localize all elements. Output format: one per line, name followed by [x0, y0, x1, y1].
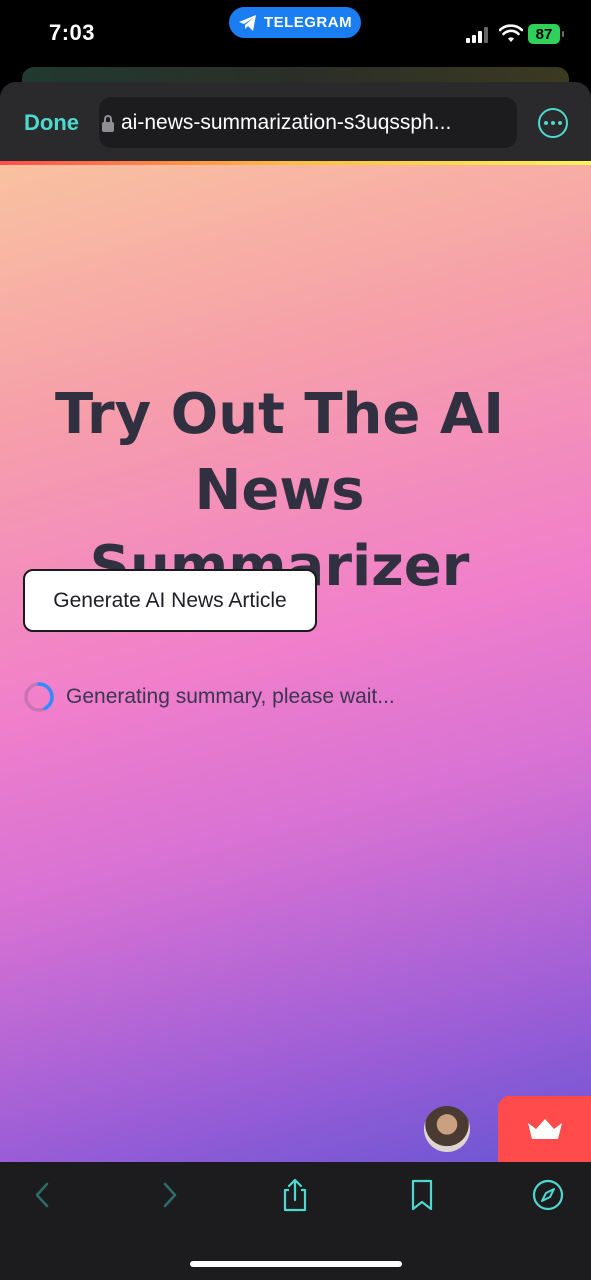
- loading-status: Generating summary, please wait...: [23, 681, 395, 713]
- web-page: Try Out The AI News Summarizer Generate …: [0, 165, 591, 1162]
- telegram-icon: [238, 14, 256, 31]
- url-bar[interactable]: ai-news-summarization-s3uqssph...: [99, 97, 517, 148]
- home-indicator[interactable]: [190, 1261, 402, 1267]
- more-icon: [544, 121, 548, 125]
- back-icon[interactable]: [27, 1178, 59, 1212]
- avatar[interactable]: [424, 1106, 470, 1152]
- compass-icon[interactable]: [532, 1178, 564, 1212]
- lock-icon: [102, 114, 114, 132]
- telegram-pill-label: TELEGRAM: [263, 14, 353, 31]
- telegram-pill[interactable]: TELEGRAM: [229, 7, 361, 38]
- more-button[interactable]: [538, 108, 568, 138]
- spinner-icon: [24, 682, 54, 712]
- bookmarks-icon[interactable]: [406, 1178, 438, 1212]
- url-text: ai-news-summarization-s3uqssph...: [121, 110, 452, 134]
- forward-icon[interactable]: [153, 1178, 185, 1212]
- browser-bar: Done ai-news-summarization-s3uqssph...: [0, 82, 591, 162]
- generate-article-button[interactable]: Generate AI News Article: [23, 569, 317, 632]
- signal-icon: [466, 27, 488, 43]
- status-time: 7:03: [49, 20, 96, 45]
- crown-button[interactable]: [498, 1096, 591, 1162]
- wifi-icon: [499, 24, 523, 42]
- share-icon[interactable]: [279, 1178, 311, 1212]
- status-bar: 7:03 TELEGRAM 87: [0, 0, 591, 66]
- battery-icon: 87: [528, 24, 564, 44]
- battery-level: 87: [535, 25, 553, 43]
- crown-icon: [527, 1119, 562, 1139]
- done-button[interactable]: Done: [24, 110, 79, 136]
- loading-text: Generating summary, please wait...: [66, 685, 395, 708]
